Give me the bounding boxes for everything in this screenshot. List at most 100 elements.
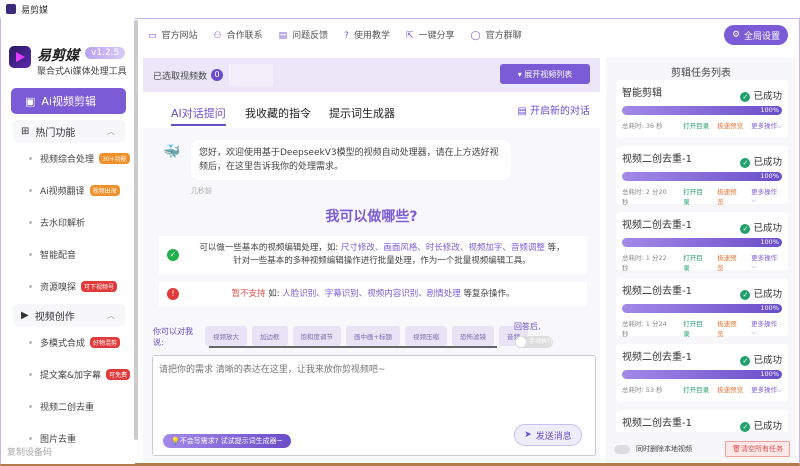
open-dir-link[interactable]: 打开目录: [683, 318, 709, 338]
task-status: ✓ 已成功: [740, 286, 782, 300]
suggestion-chip[interactable]: 画中画+标题: [346, 326, 400, 346]
nav-ai-video-edit[interactable]: ▣ Ai视频剪辑: [11, 88, 126, 114]
suggestion-chips: 视频放大 加边框 饱和度调节 画中画+标题 视频压缩 恐怖滤镜 音频: [205, 326, 528, 346]
video-play-icon: ▶: [21, 309, 29, 321]
task-card: 视频二创去重-1 ✓ 已成功 100% 总耗时: 53 秒打开目录 极速预览 更多操作…: [616, 344, 788, 402]
task-progress-fill: 100%: [622, 304, 782, 313]
suggestions-label: 你可以对我说:: [153, 327, 193, 347]
tab-ai-chat[interactable]: AI对话提问: [171, 105, 226, 126]
sidebar-scrollbar[interactable]: [134, 20, 138, 440]
manual-execute-toggle[interactable]: 手动执行: [515, 336, 553, 348]
delete-local-toggle[interactable]: [614, 444, 630, 454]
nav-item[interactable]: Ai视频翻译 视频出海: [29, 184, 120, 197]
success-icon: ✓: [740, 224, 751, 234]
more-actions-link[interactable]: 更多操作⌵: [751, 186, 782, 206]
chevron-up-icon: ︿: [107, 310, 115, 320]
open-dir-link[interactable]: 打开目录: [683, 186, 709, 206]
message-input[interactable]: [153, 356, 595, 416]
topnav-item[interactable]: ? 使用教学: [344, 28, 390, 41]
sidebar: 易剪媒 v1.2.5 聚合式Ai媒体处理工具 ▣ Ai视频剪辑 ⊞ 热门功能 ︿ 视频综…: [1, 18, 135, 464]
topnav-item[interactable]: ⇱ 一键分享: [406, 28, 455, 41]
topnav-item[interactable]: ▤ 问题反馈: [279, 28, 329, 41]
version-badge: v1.2.5: [85, 47, 126, 59]
more-actions-link[interactable]: 更多操作⌵: [751, 384, 782, 395]
grid-icon: ⊞: [21, 125, 30, 137]
quick-preview-link[interactable]: 极速预览: [717, 384, 743, 395]
nav-item[interactable]: 视频二创去重: [29, 400, 94, 413]
nav-item[interactable]: 资源嗅探 可下视频号: [29, 280, 118, 293]
chips-scrollbar[interactable]: [209, 346, 497, 348]
success-icon: ✓: [740, 290, 751, 300]
delete-local-label: 同时删除本地视频: [636, 445, 692, 453]
nav-group-1[interactable]: ▶ 视频创作 ︿: [13, 304, 125, 326]
task-list: 智能剪辑 ✓ 已成功 100% 总耗时: 36 秒打开目录 极速预览 更多操作⌵ 视频…: [616, 80, 788, 432]
quick-preview-link[interactable]: 极速预览: [717, 120, 743, 131]
tab-favorites[interactable]: 我收藏的指令: [245, 105, 311, 121]
task-time: 总耗时: 2 分20 秒: [622, 188, 667, 206]
topnav-item[interactable]: ◯ 官方群聊: [471, 28, 522, 41]
task-progress-bar: 100%: [622, 238, 782, 247]
quick-preview-link[interactable]: 极速预览: [717, 252, 743, 272]
nav-item[interactable]: 提文案&加字幕 可免费: [29, 368, 131, 381]
success-icon: ✓: [740, 356, 751, 366]
topnav-item[interactable]: ▭ 官方网站: [148, 28, 198, 41]
nav-item[interactable]: 智能配音: [29, 248, 76, 261]
share-icon: ⇱: [405, 31, 414, 41]
nav-item[interactable]: 多模式合成 好物混剪: [29, 336, 121, 349]
clear-all-tasks-button[interactable]: 🗑清空所有任务: [725, 441, 790, 457]
video-icon: ▣: [25, 94, 36, 108]
nav-item[interactable]: 图片去重: [29, 432, 76, 445]
open-dir-link[interactable]: 打开目录: [683, 384, 709, 395]
feature-badge: 可免费: [106, 369, 131, 380]
deepseek-whale-icon: 🐳: [163, 144, 181, 160]
send-message-button[interactable]: ➤ 发送消息: [514, 424, 582, 446]
feature-badge: 30+功能: [99, 153, 130, 164]
suggestion-chip[interactable]: 饱和度调节: [292, 326, 341, 346]
tab-prompt-generator[interactable]: 提示词生成器: [329, 105, 395, 121]
chat-icon: ◯: [470, 31, 481, 41]
task-time: 总耗时: 1 分22 秒: [622, 254, 667, 272]
global-settings-button[interactable]: ⚙ 全局设置: [724, 25, 788, 45]
copy-device-code[interactable]: 复制设备码: [7, 448, 52, 459]
open-dir-link[interactable]: 打开目录: [683, 120, 709, 131]
window-title: 易剪媒: [21, 5, 49, 16]
task-card: 视频二创去重-1 ✓ 已成功 100% 总耗时: 2 分20 秒打开目录 极速预览更…: [616, 146, 788, 206]
feedback-icon: ▤: [278, 31, 288, 41]
new-chat-button[interactable]: ▤ 开启新的对话: [517, 102, 590, 117]
send-icon: ➤: [524, 430, 532, 440]
nav-item[interactable]: 视频综合处理 30+功能: [29, 152, 130, 165]
more-actions-link[interactable]: 更多操作⌵: [751, 318, 782, 338]
task-time: 总耗时: 53 秒: [622, 386, 663, 394]
task-progress-fill: 100%: [622, 370, 782, 379]
gear-icon: ⚙: [731, 30, 741, 40]
try-prompt-generator-button[interactable]: 💡不会写需求? 试试提示词生成器~: [163, 434, 291, 448]
brand-name: 易剪媒: [37, 48, 79, 64]
suggestion-chip[interactable]: 加边框: [252, 326, 288, 346]
browser-icon: ▭: [148, 31, 157, 41]
nav-item[interactable]: 去水印解析: [29, 216, 85, 229]
quick-preview-link[interactable]: 极速预览: [717, 186, 743, 206]
check-icon: ✓: [167, 249, 179, 261]
feature-badge: 可下视频号: [81, 281, 118, 292]
selected-count: 0: [211, 69, 224, 81]
task-status: ✓ 已成功: [740, 418, 782, 432]
topnav-item[interactable]: ⚇ 合作联系: [214, 28, 263, 41]
main-panel: 已选取视频数 0 ▾ 展开视频列表 AI对话提问 我收藏的指令 提示词生成器 ▤…: [143, 58, 600, 463]
task-card: 视频二创去重-1 ✓ 已成功 100% 总耗时: 1 分24 秒打开目录 极速预览更…: [616, 278, 788, 338]
more-actions-link[interactable]: 更多操作⌵: [751, 252, 782, 272]
nav-group-0[interactable]: ⊞ 热门功能 ︿: [13, 120, 125, 142]
after-answer-label: 回答后,: [514, 322, 541, 331]
task-footer: 同时删除本地视频 🗑清空所有任务: [614, 441, 790, 457]
open-dir-link[interactable]: 打开目录: [683, 252, 709, 272]
suggestion-chip[interactable]: 恐怖滤镜: [451, 326, 494, 346]
selected-label: 已选取视频数: [153, 71, 208, 82]
task-list-title: 剪辑任务列表: [671, 68, 731, 79]
quick-preview-link[interactable]: 极速预览: [717, 318, 743, 338]
suggestion-chip[interactable]: 视频压缩: [404, 326, 447, 346]
success-icon: ✓: [740, 158, 751, 168]
suggestion-chip[interactable]: 视频放大: [205, 326, 247, 346]
expand-video-list-button[interactable]: ▾ 展开视频列表: [500, 64, 590, 84]
more-actions-link[interactable]: 更多操作⌵: [751, 120, 782, 131]
feature-badge: 视频出海: [89, 185, 120, 196]
app-icon: [6, 4, 16, 14]
